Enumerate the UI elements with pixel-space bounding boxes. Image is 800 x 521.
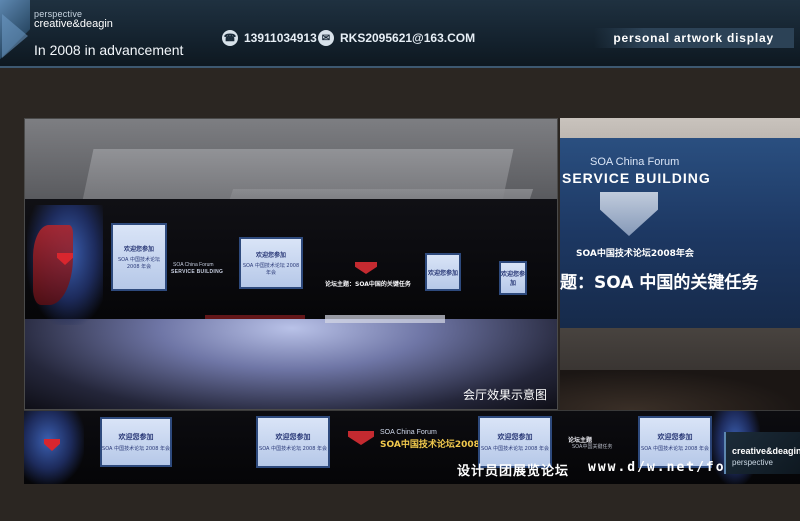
banner-title-text: SERVICE BUILDING: [562, 170, 711, 186]
chevron-icon: [2, 14, 28, 58]
screen-welcome-text: 欢迎您参加: [118, 433, 154, 441]
screen-forum-text: SOA 中国技术论坛 2008 年会: [641, 446, 709, 452]
tagline-banner: personal artwork display: [594, 28, 794, 48]
superhero-graphic: [24, 411, 84, 484]
watermark-text: 设计员团展览论坛: [457, 464, 570, 479]
screen-forum-text: SOA 中国技术论坛 2008 年会: [481, 446, 549, 452]
forum-theme-text: 论坛主题：SOA中国的关键任务: [325, 281, 411, 288]
audience-silhouette: [560, 370, 800, 410]
superhero-graphic: [27, 205, 103, 325]
screen-welcome-text: 欢迎您参加: [427, 269, 458, 277]
screen-welcome-text: 欢迎您参加: [275, 433, 311, 441]
mail-icon: ✉: [318, 30, 334, 46]
banner-forum-text: SOA China Forum: [590, 156, 680, 168]
s-shield-icon: [44, 439, 60, 451]
corner-brand-subtitle: perspective: [732, 458, 773, 467]
screen-welcome-text: 欢迎您参加: [497, 433, 533, 441]
phone-number: 13911034913: [244, 31, 317, 45]
screen-welcome-text: 欢迎您参加: [255, 252, 286, 259]
strip-theme-sub: SOA中国关键任务: [572, 444, 613, 450]
screen-forum-text: SOA 中国技术论坛 2008 年会: [117, 257, 161, 270]
screen-welcome-text: 欢迎您参加: [123, 246, 154, 253]
screen-forum-text: SOA 中国技术论坛 2008 年会: [102, 446, 170, 452]
projection-screen: 欢迎您参加 SOA 中国技术论坛 2008 年会: [111, 223, 167, 291]
projection-screen: 欢迎您参加: [425, 253, 461, 291]
superman-logo-icon: [348, 431, 374, 445]
hall-render-image: 欢迎您参加 SOA 中国技术论坛 2008 年会 SOA China Forum…: [24, 118, 558, 410]
render-caption: 会厅效果示意图: [462, 388, 547, 402]
page-title: In 2008 in advancement: [34, 42, 184, 58]
header-bar: perspective creative&deagin In 2008 in a…: [0, 0, 800, 68]
stage-plinth: [325, 315, 445, 323]
stage-edge-red: [205, 315, 305, 319]
cape-shape: [33, 225, 73, 305]
phone-icon: ☎: [222, 30, 238, 46]
corner-brand-badge: creative&deagin perspective: [724, 432, 800, 474]
strip-forum-cn: SOA中国技术论坛2008: [380, 440, 480, 450]
screen-welcome-text: 欢迎您参加: [657, 433, 693, 441]
brand-logo-text: creative&deagin: [34, 18, 113, 30]
wall-service-label: SERVICE BUILDING: [171, 269, 224, 275]
corner-brand-text: creative&deagin: [732, 446, 800, 456]
projection-screen: 欢迎您参加 SOA 中国技术论坛 2008 年会: [239, 237, 303, 289]
strip-forum-en: SOA China Forum: [380, 429, 437, 436]
email-address: RKS2095621@163.COM: [340, 31, 476, 45]
screen-welcome-text: 欢迎您参加: [501, 271, 526, 287]
banner-year-text: SOA中国技术论坛2008年会: [576, 249, 694, 259]
banner-theme-text: 题：SOA 中国的关键任务: [560, 273, 759, 293]
screen-forum-text: SOA 中国技术论坛 2008 年会: [259, 446, 327, 452]
projection-screen: 欢迎您参加: [499, 261, 527, 295]
strip-screen: 欢迎您参加 SOA 中国技术论坛 2008 年会: [100, 417, 172, 467]
event-photo: SOA China Forum SERVICE BUILDING SOA中国技术…: [560, 118, 800, 410]
screen-forum-text: SOA 中国技术论坛 2008 年会: [242, 263, 300, 276]
strip-screen: 欢迎您参加 SOA 中国技术论坛 2008 年会: [256, 416, 330, 468]
email-contact[interactable]: ✉ RKS2095621@163.COM: [318, 30, 475, 46]
phone-contact[interactable]: ☎ 13911034913: [222, 30, 317, 46]
wall-forum-label: SOA China Forum: [173, 262, 214, 268]
